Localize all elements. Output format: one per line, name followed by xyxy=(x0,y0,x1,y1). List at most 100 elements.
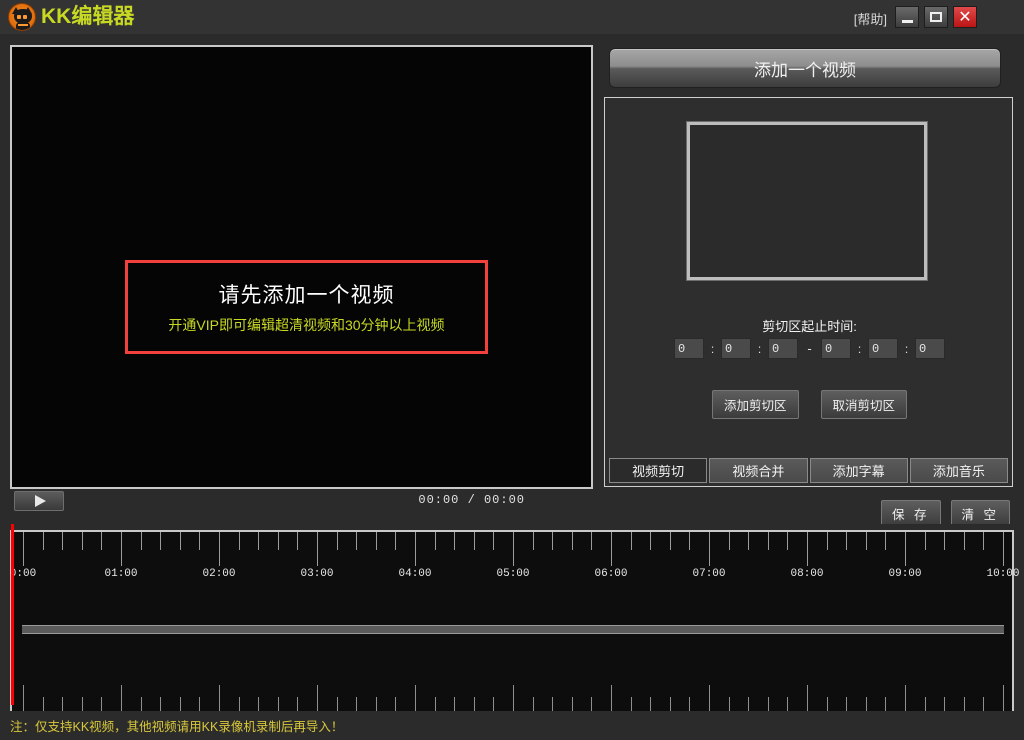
ruler-tick-minor xyxy=(827,532,828,550)
ruler-bottom-tick-minor xyxy=(376,697,377,711)
ruler-tick-label: 07:00 xyxy=(692,568,725,580)
ruler-tick-minor xyxy=(239,532,240,550)
end-minute-input[interactable]: 0 xyxy=(868,338,898,359)
ruler-tick-minor xyxy=(101,532,102,550)
ruler-bottom-tick-minor xyxy=(925,697,926,711)
ruler-bottom-tick-major xyxy=(121,685,122,711)
ruler-tick-major xyxy=(317,532,318,566)
ruler-tick-major xyxy=(23,532,24,566)
ruler-tick-minor xyxy=(474,532,475,550)
ruler-bottom-tick-minor xyxy=(572,697,573,711)
ruler-tick-minor xyxy=(395,532,396,550)
timeline[interactable]: 0:0001:0002:0003:0004:0005:0006:0007:000… xyxy=(0,524,1024,711)
ruler-bottom-tick-minor xyxy=(670,697,671,711)
help-link[interactable]: [帮助] xyxy=(854,9,887,28)
ruler-tick-minor xyxy=(631,532,632,550)
ruler-tick-major xyxy=(709,532,710,566)
ruler-tick-major xyxy=(905,532,906,566)
ruler-tick-minor xyxy=(82,532,83,550)
ruler-bottom-tick-major xyxy=(611,685,612,711)
tab-add-subtitle[interactable]: 添加字幕 xyxy=(810,458,908,483)
ruler-tick-major xyxy=(1003,532,1004,566)
ruler-bottom-tick-major xyxy=(513,685,514,711)
ruler-tick-minor xyxy=(748,532,749,550)
save-button[interactable]: 保 存 xyxy=(881,500,940,527)
maximize-icon[interactable] xyxy=(924,6,948,28)
ruler-tick-minor xyxy=(435,532,436,550)
ruler-bottom-tick-minor xyxy=(454,697,455,711)
timeline-canvas[interactable]: 0:0001:0002:0003:0004:0005:0006:0007:000… xyxy=(10,530,1014,711)
ruler-tick-major xyxy=(807,532,808,566)
timeline-ruler-bottom[interactable] xyxy=(12,677,1014,711)
end-hour-input[interactable]: 0 xyxy=(821,338,851,359)
ruler-bottom-tick-minor xyxy=(768,697,769,711)
add-clip-button[interactable]: 添加剪切区 xyxy=(712,390,799,419)
ruler-bottom-tick-minor xyxy=(43,697,44,711)
ruler-bottom-tick-major xyxy=(807,685,808,711)
ruler-bottom-tick-minor xyxy=(631,697,632,711)
timeline-playhead[interactable] xyxy=(11,524,14,705)
ruler-tick-major xyxy=(611,532,612,566)
start-hour-input[interactable]: 0 xyxy=(674,338,704,359)
add-video-button[interactable]: 添加一个视频 xyxy=(609,48,1001,88)
play-icon xyxy=(35,495,46,507)
time-range-dash: - xyxy=(798,341,821,356)
video-preview-area[interactable]: 请先添加一个视频 开通VIP即可编辑超清视频和30分钟以上视频 xyxy=(10,45,593,489)
app-logo: KK编辑器 xyxy=(8,3,134,31)
overlay-subtitle: 开通VIP即可编辑超清视频和30分钟以上视频 xyxy=(168,315,444,335)
minimize-icon[interactable] xyxy=(895,6,919,28)
end-second-input[interactable]: 0 xyxy=(915,338,945,359)
ruler-tick-label: 05:00 xyxy=(496,568,529,580)
ruler-bottom-tick-minor xyxy=(297,697,298,711)
time-separator: : xyxy=(898,342,915,356)
tab-video-cut[interactable]: 视频剪切 xyxy=(609,458,707,483)
ruler-tick-minor xyxy=(337,532,338,550)
ruler-tick-minor xyxy=(297,532,298,550)
tab-add-music[interactable]: 添加音乐 xyxy=(910,458,1008,483)
ruler-bottom-tick-minor xyxy=(866,697,867,711)
start-minute-input[interactable]: 0 xyxy=(721,338,751,359)
timeline-track[interactable] xyxy=(22,625,1004,634)
ruler-tick-minor xyxy=(533,532,534,550)
ruler-tick-minor xyxy=(591,532,592,550)
cancel-clip-button[interactable]: 取消剪切区 xyxy=(821,390,908,419)
ruler-bottom-tick-minor xyxy=(160,697,161,711)
ruler-tick-minor xyxy=(729,532,730,550)
ruler-tick-minor xyxy=(768,532,769,550)
ruler-bottom-tick-minor xyxy=(141,697,142,711)
ruler-tick-minor xyxy=(885,532,886,550)
ruler-bottom-tick-minor xyxy=(650,697,651,711)
ruler-tick-minor xyxy=(454,532,455,550)
editor-panel: 剪切区起止时间: 0 : 0 : 0 - 0 : 0 : 0 添加剪切区 取消剪… xyxy=(604,97,1013,487)
ruler-bottom-tick-minor xyxy=(82,697,83,711)
ruler-bottom-tick-minor xyxy=(591,697,592,711)
close-icon[interactable]: ✕ xyxy=(953,6,977,28)
title-bar: KK编辑器 [帮助] ✕ xyxy=(0,0,1024,34)
ruler-bottom-tick-major xyxy=(905,685,906,711)
start-second-input[interactable]: 0 xyxy=(768,338,798,359)
clear-button[interactable]: 清 空 xyxy=(951,500,1010,527)
ruler-bottom-tick-major xyxy=(317,685,318,711)
time-display: 00:00 / 00:00 xyxy=(418,493,525,507)
ruler-bottom-tick-major xyxy=(709,685,710,711)
ruler-tick-minor xyxy=(493,532,494,550)
ruler-bottom-tick-major xyxy=(219,685,220,711)
vip-promo-overlay: 请先添加一个视频 开通VIP即可编辑超清视频和30分钟以上视频 xyxy=(125,260,488,354)
ruler-bottom-tick-minor xyxy=(885,697,886,711)
status-bar: 注：仅支持KK视频，其他视频请用KK录像机录制后再导入！ xyxy=(0,711,1024,740)
ruler-tick-label: 08:00 xyxy=(790,568,823,580)
ruler-tick-minor xyxy=(552,532,553,550)
ruler-tick-label: 06:00 xyxy=(594,568,627,580)
tab-video-merge[interactable]: 视频合并 xyxy=(709,458,807,483)
ruler-tick-label: 04:00 xyxy=(398,568,431,580)
ruler-bottom-tick-major xyxy=(23,685,24,711)
ruler-tick-minor xyxy=(670,532,671,550)
play-button[interactable] xyxy=(14,491,64,511)
ruler-tick-minor xyxy=(944,532,945,550)
thumbnail-preview[interactable] xyxy=(687,122,927,280)
ruler-tick-minor xyxy=(199,532,200,550)
timeline-ruler-top[interactable]: 0:0001:0002:0003:0004:0005:0006:0007:000… xyxy=(12,532,1014,587)
ruler-bottom-tick-minor xyxy=(533,697,534,711)
ruler-bottom-tick-minor xyxy=(278,697,279,711)
ruler-tick-major xyxy=(121,532,122,566)
